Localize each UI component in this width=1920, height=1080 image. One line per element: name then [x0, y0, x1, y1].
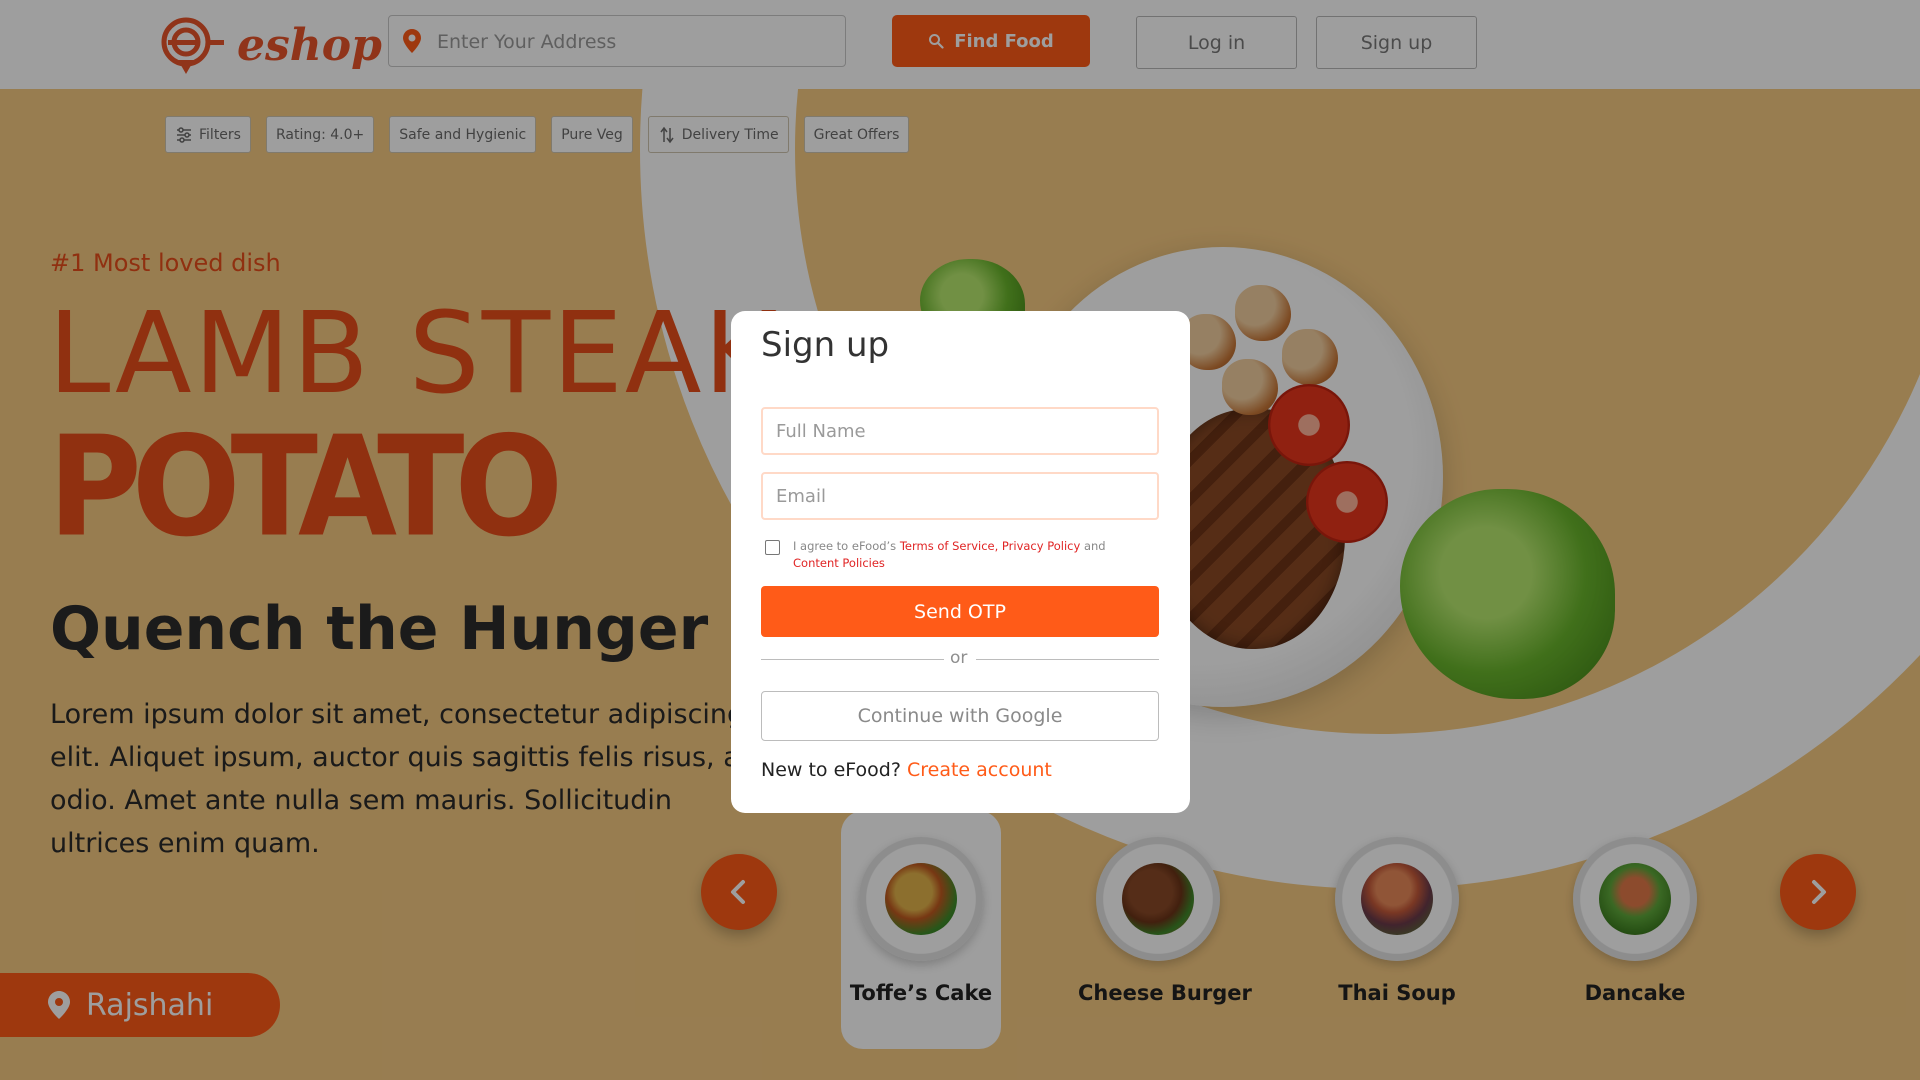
email-field[interactable]: [761, 472, 1159, 520]
divider: [761, 659, 944, 660]
agree-and: and: [1080, 539, 1106, 553]
or-label: or: [950, 648, 968, 668]
content-policies-link[interactable]: Content Policies: [793, 556, 885, 570]
email-input[interactable]: [763, 474, 1157, 518]
divider: [976, 659, 1159, 660]
send-otp-button[interactable]: Send OTP: [761, 586, 1159, 637]
continue-google-button[interactable]: Continue with Google: [761, 691, 1159, 741]
modal-title: Sign up: [761, 325, 890, 365]
terms-link[interactable]: Terms of Service, Privacy Policy: [900, 539, 1080, 553]
full-name-input[interactable]: [763, 409, 1157, 453]
signup-modal: Sign up I agree to eFood’s Terms of Serv…: [731, 311, 1190, 813]
new-to-text: New to eFood? Create account: [761, 759, 1052, 781]
agree-text: I agree to eFood’s Terms of Service, Pri…: [793, 538, 1133, 572]
create-account-link[interactable]: Create account: [907, 759, 1052, 781]
agree-prefix: I agree to eFood’s: [793, 539, 900, 553]
new-to-label: New to eFood?: [761, 759, 907, 781]
page: eshop Find Food Log in Sign up: [0, 0, 1920, 1080]
full-name-field[interactable]: [761, 407, 1159, 455]
agree-checkbox[interactable]: [765, 540, 780, 555]
